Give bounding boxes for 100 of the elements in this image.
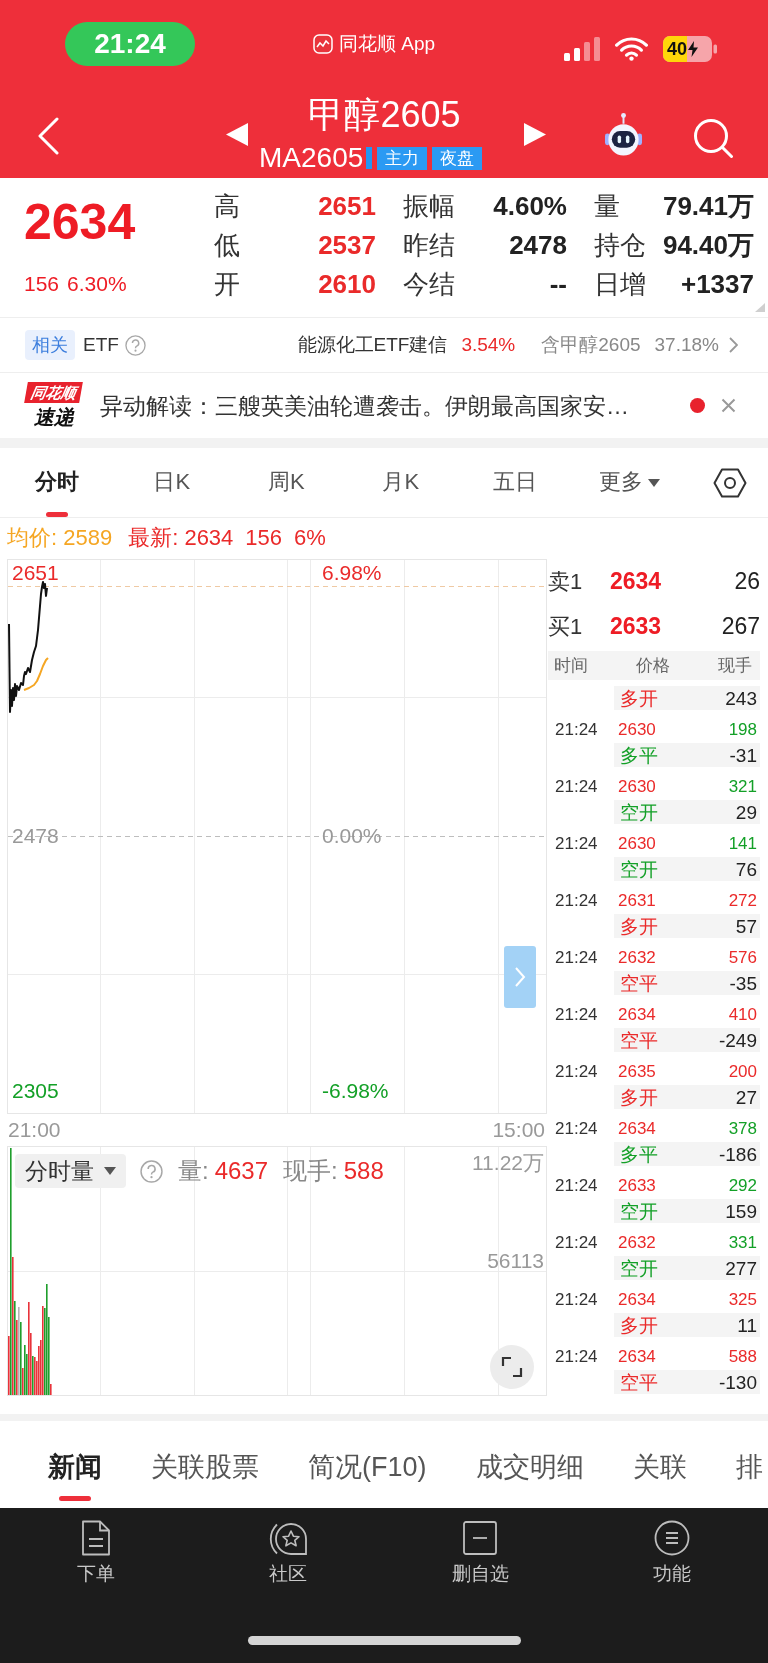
last-price: 2634 xyxy=(24,194,136,250)
help-icon[interactable] xyxy=(140,1159,163,1183)
trade-time: 21:24 xyxy=(555,834,598,854)
trade-action: 多开 xyxy=(620,915,658,939)
position-change: 243 xyxy=(725,688,757,710)
volume-stat-label: 量: xyxy=(178,1157,209,1185)
trade-action: 空平 xyxy=(620,1029,658,1053)
chart-tab[interactable]: 月K xyxy=(343,448,458,517)
chart-tab[interactable]: 周K xyxy=(229,448,344,517)
chart-tab[interactable]: 分时 xyxy=(0,448,115,517)
section-tab[interactable]: 简况(F10) xyxy=(308,1421,427,1508)
trade-volume: 141 xyxy=(728,834,757,854)
logo-text: 速递 xyxy=(33,405,74,429)
position-change: 29 xyxy=(735,802,757,824)
price-axis-label: 2305 xyxy=(12,1079,59,1103)
chart-tab[interactable]: 日K xyxy=(114,448,229,517)
section-tab[interactable]: 排 xyxy=(735,1421,763,1508)
logo-badge: 同花顺 xyxy=(24,382,83,403)
trade-volume: 576 xyxy=(728,948,757,968)
nav-button[interactable]: 功能 xyxy=(576,1508,768,1586)
trade-action: 多平 xyxy=(620,744,658,768)
fullscreen-button[interactable] xyxy=(490,1345,534,1389)
chart-tab[interactable]: 更多 xyxy=(572,448,687,517)
position-change: -130 xyxy=(718,1372,757,1394)
latest-price: 6% xyxy=(294,526,326,550)
trade-action: 多平 xyxy=(620,1143,658,1167)
stat-value: +1337 xyxy=(680,268,754,299)
order-volume: 26 xyxy=(734,568,760,595)
battery-icon xyxy=(663,36,717,62)
volume-axis-label: 11.22万 xyxy=(472,1151,544,1175)
section-tab[interactable]: 成交明细 xyxy=(475,1421,584,1508)
trade-time: 21:24 xyxy=(555,1347,598,1367)
search-icon[interactable] xyxy=(693,118,734,158)
trade-action: 多开 xyxy=(620,1086,658,1110)
nav-button[interactable]: 删自选 xyxy=(384,1508,576,1586)
close-icon[interactable] xyxy=(721,398,736,413)
next-triangle-icon[interactable] xyxy=(524,123,546,146)
trade-price: 2633 xyxy=(618,1176,656,1196)
time-axis-label: 15:00 xyxy=(492,1117,545,1143)
status-time: 21:24 xyxy=(65,22,195,66)
stat-value: -- xyxy=(549,268,567,299)
chevron-right-icon[interactable] xyxy=(729,337,738,353)
trade-volume: 325 xyxy=(728,1290,757,1310)
caret-down-icon xyxy=(648,479,661,487)
help-icon[interactable] xyxy=(124,334,146,356)
holding-label: 含甲醇2605 xyxy=(541,333,641,357)
trade-action: 空平 xyxy=(620,972,658,996)
average-price: 均价: 2589 xyxy=(7,526,113,550)
percent-axis-label: -6.98% xyxy=(321,1079,390,1103)
trade-action: 空开 xyxy=(620,1257,658,1281)
back-icon[interactable] xyxy=(37,117,59,155)
panel-toggle-button[interactable] xyxy=(504,946,536,1008)
app-logo-icon xyxy=(313,34,333,54)
marker-bar-icon xyxy=(366,147,373,169)
stat-value: 94.40万 xyxy=(662,229,754,260)
volume-type-dropdown[interactable]: 分时量 xyxy=(15,1154,126,1188)
trade-price: 2630 xyxy=(618,720,656,740)
news-headline[interactable]: 异动解读：三艘英美油轮遭袭击。伊朗最高国家安… xyxy=(100,391,629,420)
trade-price: 2632 xyxy=(618,1233,656,1253)
trade-time: 21:24 xyxy=(555,1005,598,1025)
trade-time: 21:24 xyxy=(555,1176,598,1196)
trade-time: 21:24 xyxy=(555,948,598,968)
position-change: -31 xyxy=(729,745,757,767)
average-price-line xyxy=(23,657,49,691)
trade-time: 21:24 xyxy=(555,1062,598,1082)
stat-label: 昨结 xyxy=(403,229,455,260)
trade-price: 2634 xyxy=(618,1347,656,1367)
fund-name[interactable]: 能源化工ETF建信 xyxy=(297,332,448,358)
fund-change: 3.54% xyxy=(461,334,516,356)
order-level-label: 买1 xyxy=(548,612,583,641)
column-header: 价格 xyxy=(636,655,670,677)
volume-stat-value: 4637 xyxy=(214,1157,269,1185)
position-change: 76 xyxy=(735,859,757,881)
trade-time: 21:24 xyxy=(555,1119,598,1139)
column-header: 现手 xyxy=(718,655,752,677)
robot-icon[interactable] xyxy=(604,112,643,156)
section-tab[interactable]: 关联股票 xyxy=(151,1421,259,1508)
stat-label: 振幅 xyxy=(403,190,455,221)
trade-action: 空开 xyxy=(620,801,658,825)
minus-square-icon xyxy=(462,1520,498,1556)
chevron-right-icon xyxy=(514,966,526,988)
stat-label: 今结 xyxy=(403,268,455,299)
nav-button[interactable]: 下单 xyxy=(0,1508,192,1586)
battery-level: 40 xyxy=(667,39,688,59)
nav-button[interactable]: 社区 xyxy=(192,1508,384,1586)
order-volume: 267 xyxy=(721,613,760,640)
stat-value: 79.41万 xyxy=(662,190,754,221)
column-header: 时间 xyxy=(554,655,588,677)
section-tab[interactable]: 关联 xyxy=(632,1421,687,1508)
trade-action: 空平 xyxy=(620,1371,658,1395)
trade-time: 21:24 xyxy=(555,1233,598,1253)
order-price: 2634 xyxy=(610,568,662,595)
trade-time: 21:24 xyxy=(555,1290,598,1310)
prev-triangle-icon[interactable] xyxy=(226,123,248,146)
chart-tab[interactable]: 五日 xyxy=(458,448,573,517)
trade-volume: 200 xyxy=(728,1062,757,1082)
trade-price: 2634 xyxy=(618,1005,656,1025)
trade-price: 2634 xyxy=(618,1290,656,1310)
settings-icon[interactable] xyxy=(713,468,747,498)
section-tab[interactable]: 新闻 xyxy=(48,1421,102,1508)
